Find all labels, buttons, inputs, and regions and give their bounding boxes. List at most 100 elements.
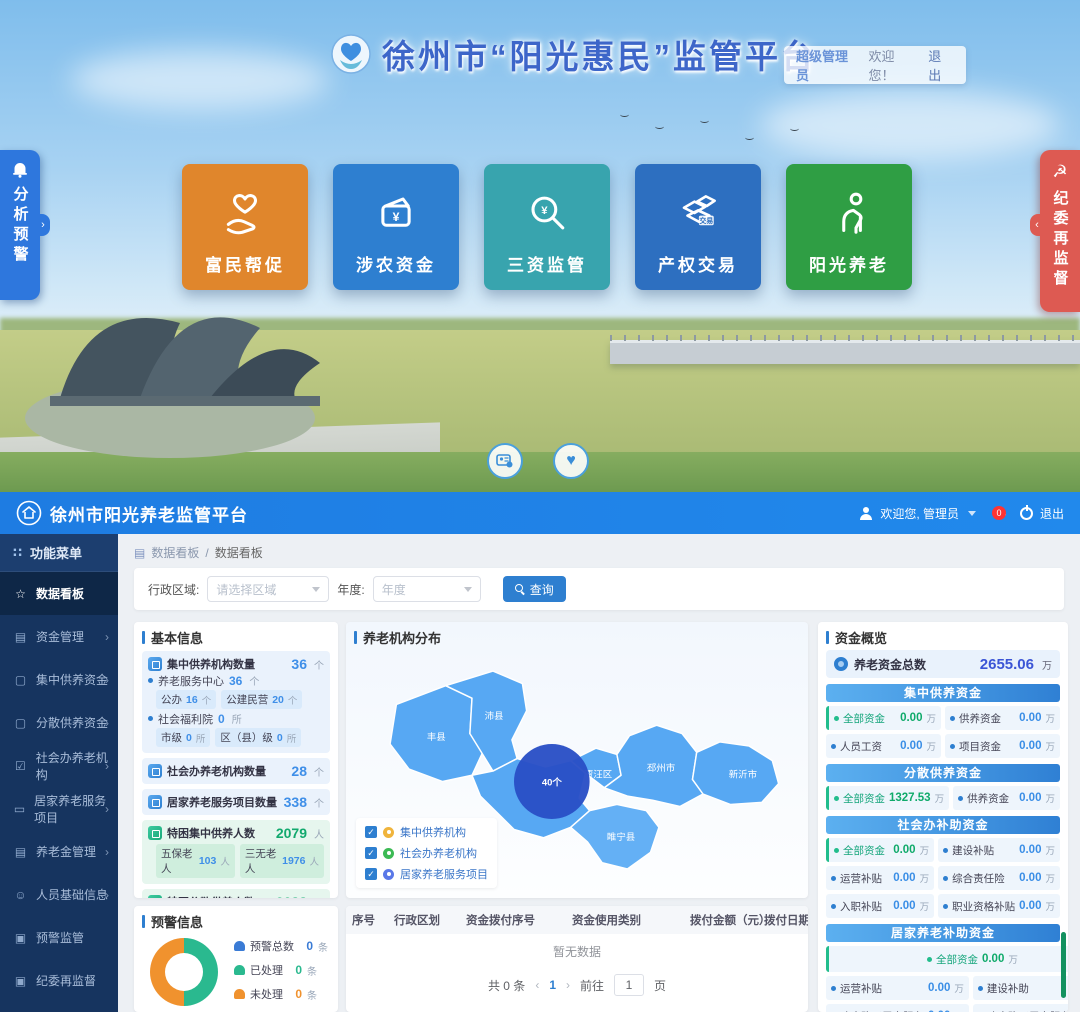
logout-button[interactable]: 退出 [1040,505,1064,522]
sidebar-item-centralized-funds[interactable]: ▢ 集中供养资金 › [0,658,118,701]
sidebar-item-dashboard[interactable]: ☆ 数据看板 [0,572,118,615]
bullet-icon [978,986,983,991]
chevron-down-icon [464,587,472,592]
chevron-right-icon: › [105,845,109,859]
warning-processed-stat: 已处理 0 条 [234,962,328,978]
bullet-icon [834,716,839,721]
sidebar-item-pension-mgmt[interactable]: ▤ 养老金管理 › [0,830,118,873]
grid-menu-icon: ∷ [13,545,22,561]
page-number-button[interactable]: 1 [549,978,556,992]
bird [745,135,754,140]
screen-icon: ▣ [13,974,28,988]
magnifier-yuan-icon: ¥ [519,185,575,241]
id-card-button[interactable] [487,443,523,479]
goto-page-input[interactable] [614,974,644,996]
bell-icon [234,941,245,951]
fund-item: 入职补贴0.00万 [826,894,934,918]
bird [655,124,664,129]
legend-centralized-institutions[interactable]: 集中供养机构 [365,824,488,840]
monitor-icon: ▭ [13,802,26,816]
bullet-icon [958,796,963,801]
person-icon [148,895,162,898]
bullet-icon [950,744,955,749]
sidebar-item-home-care-projects[interactable]: ▭ 居家养老服务项目 › [0,787,118,830]
tile-shenong-zijin[interactable]: ¥ 涉农资金 [333,164,459,290]
section-header-social-subsidy: 社会办补助资金 [826,816,1060,834]
fund-item: 综合责任险0.00万 [938,866,1060,890]
legend-homecare-projects[interactable]: 居家养老服务项目 [365,866,488,882]
fund-item: 全部资金0.00万 [826,946,1068,972]
hero-user-box: 超级管理员 欢迎您！ 退出 [784,46,966,84]
chevron-right-icon: › [105,673,109,687]
tile-chanquan-jiaoyi[interactable]: 交易 产权交易 [635,164,761,290]
map-legend: 集中供养机构 社会办养老机构 居家养老服务项目 [356,818,497,888]
sidebar-item-discipline-supervision[interactable]: ▣ 纪委再监督 [0,959,118,1002]
legend-social-institutions[interactable]: 社会办养老机构 [365,845,488,861]
district-label: 丰县 [427,731,446,742]
funds-table-panel: 序号 行政区划 资金拨付序号 资金使用类别 拨付金额（元） 拨付日期 暂无数据 … [346,906,808,1012]
funds-overview-panel: 资金概览 养老资金总数 2655.06 万 集中供养资金 全部资金0.00万 供… [818,622,1068,1012]
svg-text:交易: 交易 [699,216,713,225]
bullet-icon [831,904,836,909]
prev-page-button[interactable]: ‹ [535,978,539,992]
sidebar-item-decentralized-funds[interactable]: ▢ 分散供养资金 › [0,701,118,744]
bird [790,126,799,131]
analysis-warning-tab[interactable]: 分析预警 › [0,150,40,300]
sidebar: ∷ 功能菜单 ☆ 数据看板 ▤ 资金管理 › ▢ 集中供养资金 › ▢ 分散供养… [0,534,118,1012]
hero-user-role: 超级管理员 [796,46,861,84]
sidebar-item-warning-supervision[interactable]: ▣ 预警监管 [0,916,118,959]
care-heart-button[interactable]: ♥ [553,443,589,479]
tile-fumin-bangcu[interactable]: 富民帮促 [182,164,308,290]
bullet-icon [943,904,948,909]
discipline-supervision-tab[interactable]: ☭ 纪委再监督 ‹ [1040,150,1080,312]
breadcrumb: ▤ 数据看板 / 数据看板 [134,544,263,561]
star-icon: ☆ [13,587,28,601]
sidebar-item-file-library[interactable]: ▢ 文件库 [0,1002,118,1012]
year-select[interactable]: 年度 [373,576,481,602]
sidebar-item-social-institutions[interactable]: ☑ 社会办养老机构 › [0,744,118,787]
hero-logout-button[interactable]: 退出 [928,46,954,84]
title-bar [354,631,357,644]
section-header-decentralized: 分散供养资金 [826,764,1060,782]
fund-item: 全部资金1327.53万 [826,786,949,810]
document-icon: ▤ [134,546,145,560]
page-unit-label: 页 [654,977,666,994]
notification-badge: 0 [992,506,1006,520]
sidebar-item-funds-mgmt[interactable]: ▤ 资金管理 › [0,615,118,658]
warning-donut-chart [150,938,218,1006]
building-icon [148,657,162,671]
elderly-person-icon [821,185,877,241]
bullet-icon [950,716,955,721]
chevron-right-icon: › [105,802,109,816]
power-icon [1020,507,1033,520]
table-empty-state: 暂无数据 [346,934,808,970]
checkbox-checked-icon[interactable] [365,826,377,838]
region-filter-label: 行政区域: [148,581,199,598]
checkbox-checked-icon[interactable] [365,847,377,859]
section-header-homecare-subsidy: 居家养老补助资金 [826,924,1060,942]
tile-sanzi-jianguan[interactable]: ¥ 三资监管 [484,164,610,290]
bullet-icon [834,796,839,801]
stat-chip: 三无老人1976人 [240,844,324,878]
title-bar [142,915,145,928]
basic-info-panel: 基本信息 集中供养机构数量 36 个 养老服务中心 36 个 公 [134,622,338,898]
pagination-total: 共 0 条 [488,977,525,994]
next-page-button[interactable]: › [566,978,570,992]
stat-card-decentralized-persons: 特困分散供养人数 9088 人 [142,889,330,898]
stat-card-social-institutions: 社会办养老机构数量 28 个 [142,758,330,784]
cloud [760,90,1060,160]
hero-welcome-text: 欢迎您！ [869,46,921,84]
fund-item: 运营补贴0.00万 [826,976,969,1000]
checkbox-checked-icon[interactable] [365,868,377,880]
fund-item: 建设补助0.00万 [973,976,1068,1000]
app-title: 徐州市阳光养老监管平台 [50,501,248,526]
panel-scrollbar-thumb[interactable] [1061,932,1066,998]
region-select[interactable]: 请选择区域 [207,576,329,602]
hero-platform-title: 徐州市“阳光惠民”监管平台 [382,30,817,78]
search-button[interactable]: 查询 [503,576,566,602]
sidebar-item-personnel-info[interactable]: ☺ 人员基础信息 › [0,873,118,916]
header-welcome[interactable]: 欢迎您, 管理员 [880,505,959,522]
warning-panel-title: 预警信息 [151,912,203,931]
tile-yangguang-yanglao[interactable]: 阳光养老 [786,164,912,290]
chevron-right-icon: › [105,716,109,730]
